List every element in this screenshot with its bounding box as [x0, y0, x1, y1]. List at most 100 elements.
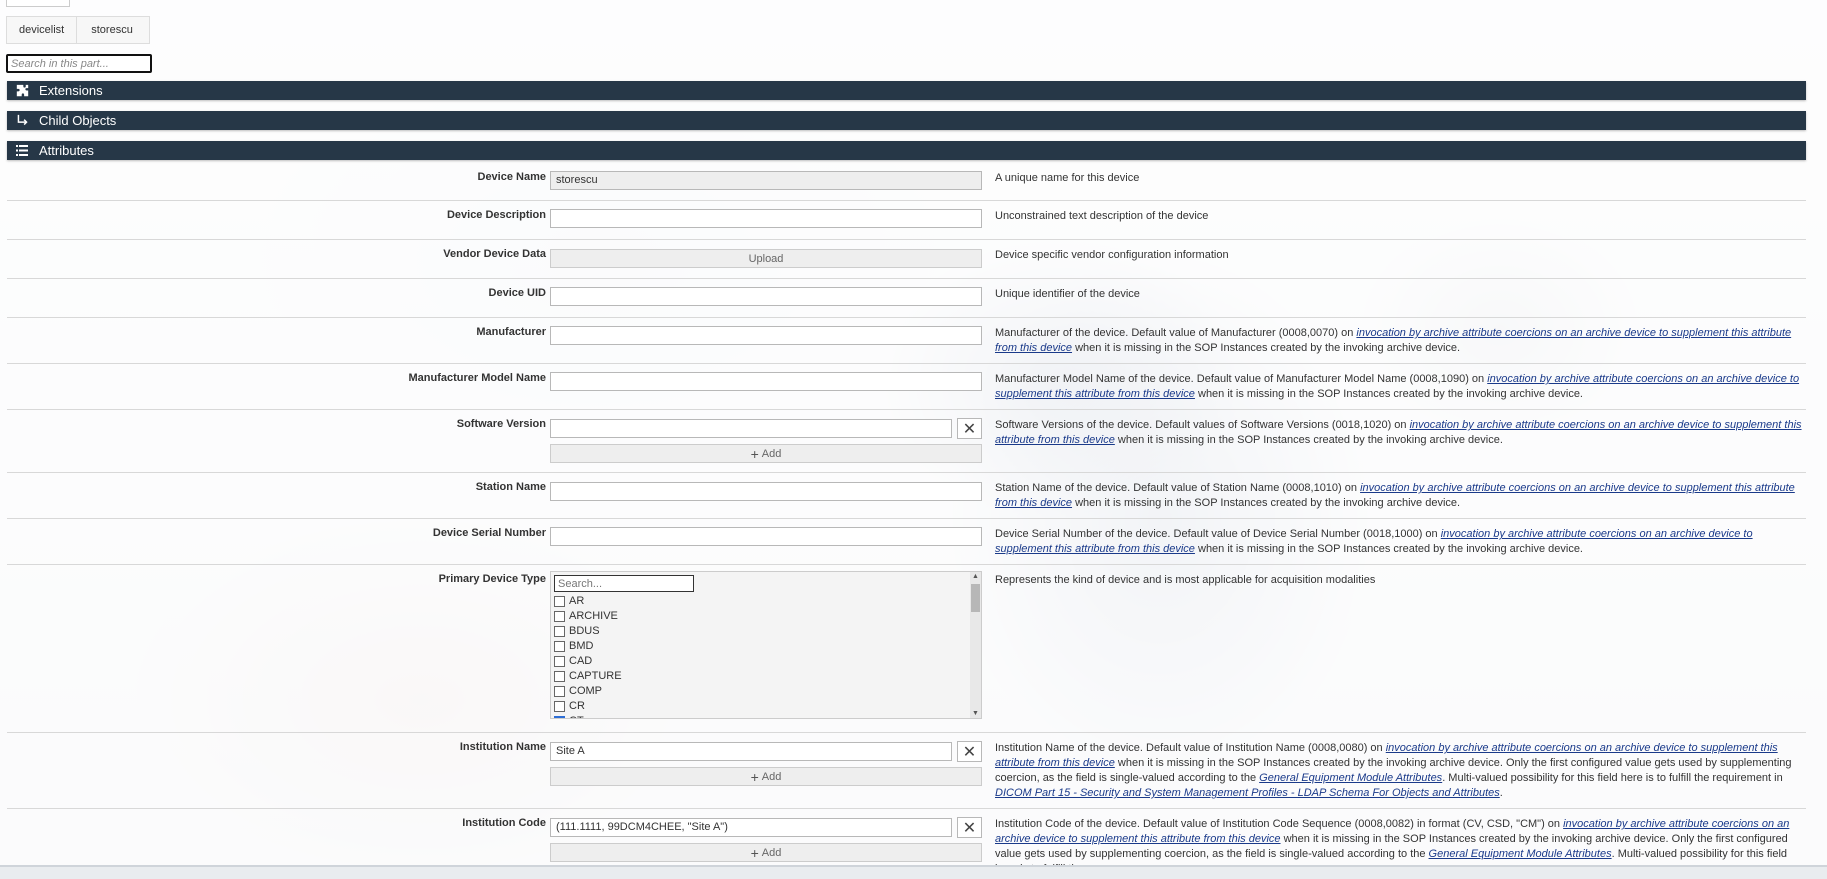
vendor-device-data-desc: Device specific vendor configuration inf… [995, 249, 1229, 261]
manufacturer-model-name-field[interactable] [550, 372, 982, 391]
checkbox[interactable] [554, 626, 565, 637]
scroll-down-icon[interactable]: ▼ [972, 710, 979, 717]
device-serial-number-desc-text: Device Serial Number of the device. Defa… [995, 528, 1441, 540]
device-type-option[interactable]: CAPTURE [554, 669, 622, 684]
device-name-desc: A unique name for this device [995, 172, 1140, 184]
checkbox[interactable] [554, 641, 565, 652]
station-name-desc-tail: when it is missing in the SOP Instances … [1072, 497, 1461, 509]
breadcrumb-storescu[interactable]: storescu [77, 17, 149, 43]
manufacturer-field[interactable] [550, 326, 982, 345]
device-type-option-label: BMD [569, 640, 594, 652]
device-uid-field[interactable] [550, 287, 982, 306]
station-name-field[interactable] [550, 482, 982, 501]
breadcrumb: devicelist storescu [6, 16, 150, 44]
device-type-option-label: COMP [569, 685, 602, 697]
device-type-option-label: CAPTURE [569, 670, 622, 682]
software-version-clear-button[interactable]: ✕ [957, 418, 982, 439]
checkbox[interactable] [554, 686, 565, 697]
attr-row-station-name: Station Name Station Name of the device.… [7, 473, 1806, 519]
attr-row-device-name: Device Name storescu A unique name for t… [7, 163, 1806, 201]
software-version-desc: Software Versions of the device. Default… [995, 418, 1805, 448]
device-serial-number-label: Device Serial Number [432, 527, 546, 539]
device-type-option-label: CR [569, 700, 585, 712]
manufacturer-label: Manufacturer [476, 326, 546, 338]
general-equipment-link[interactable]: General Equipment Module Attributes [1429, 848, 1612, 860]
device-name-field[interactable]: storescu [550, 171, 982, 190]
device-type-option-label: ARCHIVE [569, 610, 618, 622]
device-type-option-label: CT [569, 714, 584, 718]
station-name-desc-text: Station Name of the device. Default valu… [995, 482, 1361, 494]
plus-icon: + [750, 844, 759, 861]
attr-row-manufacturer: Manufacturer Manufacturer of the device.… [7, 318, 1806, 364]
checkbox-checked[interactable]: ✓ [554, 716, 565, 718]
institution-code-desc: Institution Code of the device. Default … [995, 817, 1805, 867]
software-version-field[interactable] [550, 419, 952, 438]
plus-icon: + [750, 768, 759, 785]
section-extensions-label: Extensions [39, 83, 103, 98]
section-attributes[interactable]: Attributes [7, 141, 1806, 160]
manufacturer-desc-text: Manufacturer of the device. Default valu… [995, 327, 1357, 339]
attr-row-institution-code: Institution Code (111.1111, 99DCM4CHEE, … [7, 809, 1806, 879]
device-type-option-label: CAD [569, 655, 593, 667]
institution-code-add-button[interactable]: + Add [550, 843, 982, 862]
scroll-up-icon[interactable]: ▲ [972, 573, 979, 580]
device-type-search-input[interactable] [554, 575, 694, 592]
institution-name-label: Institution Name [459, 741, 546, 753]
device-type-option[interactable]: CAD [554, 654, 622, 669]
institution-name-clear-button[interactable]: ✕ [957, 741, 982, 762]
institution-name-desc-mid2: . Multi-valued possibility for this fiel… [1442, 772, 1783, 784]
primary-device-type-listbox[interactable]: AR ARCHIVE BDUS BMD CAD CAPTURE COMP CR ✓ CT ▲ ▼ [550, 571, 982, 719]
checkbox[interactable] [554, 611, 565, 622]
general-equipment-link[interactable]: General Equipment Module Attributes [1259, 772, 1442, 784]
checkbox[interactable] [554, 656, 565, 667]
device-type-option[interactable]: AR [554, 594, 622, 609]
device-serial-number-field[interactable] [550, 527, 982, 546]
manufacturer-model-name-label: Manufacturer Model Name [408, 372, 546, 384]
software-version-label: Software Version [456, 418, 546, 430]
attr-row-software-version: Software Version ✕ + Add Software Version… [7, 410, 1806, 473]
section-child-objects-label: Child Objects [39, 113, 117, 128]
dicom-part15-link[interactable]: DICOM Part 15 - Security and System Mana… [995, 787, 1500, 799]
software-version-add-label: Add [761, 447, 782, 460]
institution-name-field[interactable]: Site A [550, 742, 952, 761]
device-type-option[interactable]: ARCHIVE [554, 609, 622, 624]
search-input[interactable] [6, 54, 152, 73]
device-type-options: AR ARCHIVE BDUS BMD CAD CAPTURE COMP CR ✓ CT [554, 594, 622, 718]
device-serial-number-desc-tail: when it is missing in the SOP Instances … [1194, 543, 1583, 555]
device-type-option-label: BDUS [569, 625, 600, 637]
child-arrow-icon [15, 114, 29, 128]
device-type-option[interactable]: ✓ CT [554, 714, 622, 718]
close-icon: ✕ [962, 743, 977, 761]
software-version-desc-text: Software Versions of the device. Default… [995, 419, 1410, 431]
device-type-option[interactable]: BDUS [554, 624, 622, 639]
listbox-scrollbar[interactable]: ▲ ▼ [970, 572, 981, 718]
attr-row-device-description: Device Description Unconstrained text de… [7, 201, 1806, 240]
checkbox[interactable] [554, 596, 565, 607]
device-description-label: Device Description [446, 209, 546, 221]
checkbox[interactable] [554, 701, 565, 712]
checkbox[interactable] [554, 671, 565, 682]
station-name-label: Station Name [475, 481, 546, 493]
device-type-option[interactable]: COMP [554, 684, 622, 699]
device-type-option-label: AR [569, 595, 585, 607]
upload-button[interactable]: Upload [550, 249, 982, 268]
institution-code-label: Institution Code [462, 817, 546, 829]
device-type-option[interactable]: CR [554, 699, 622, 714]
institution-name-desc: Institution Name of the device. Default … [995, 741, 1805, 801]
device-serial-number-desc: Device Serial Number of the device. Defa… [995, 527, 1805, 557]
scrollbar-thumb[interactable] [971, 584, 980, 612]
attr-row-primary-device-type: Primary Device Type AR ARCHIVE BDUS BMD CAD C… [7, 565, 1806, 733]
device-description-field[interactable] [550, 209, 982, 228]
software-version-add-button[interactable]: + Add [550, 444, 982, 463]
breadcrumb-devicelist[interactable]: devicelist [7, 17, 78, 43]
section-extensions[interactable]: Extensions [7, 81, 1806, 100]
institution-code-desc-text: Institution Code of the device. Default … [995, 818, 1564, 830]
device-type-option[interactable]: BMD [554, 639, 622, 654]
manufacturer-model-name-desc-tail: when it is missing in the SOP Instances … [1194, 388, 1583, 400]
institution-code-clear-button[interactable]: ✕ [957, 817, 982, 838]
institution-code-field[interactable]: (111.1111, 99DCM4CHEE, "Site A") [550, 818, 952, 837]
attr-row-institution-name: Institution Name Site A ✕ + Add Instituti… [7, 733, 1806, 809]
manufacturer-desc-tail: when it is missing in the SOP Instances … [1072, 342, 1461, 354]
institution-name-add-button[interactable]: + Add [550, 767, 982, 786]
section-child-objects[interactable]: Child Objects [7, 111, 1806, 130]
